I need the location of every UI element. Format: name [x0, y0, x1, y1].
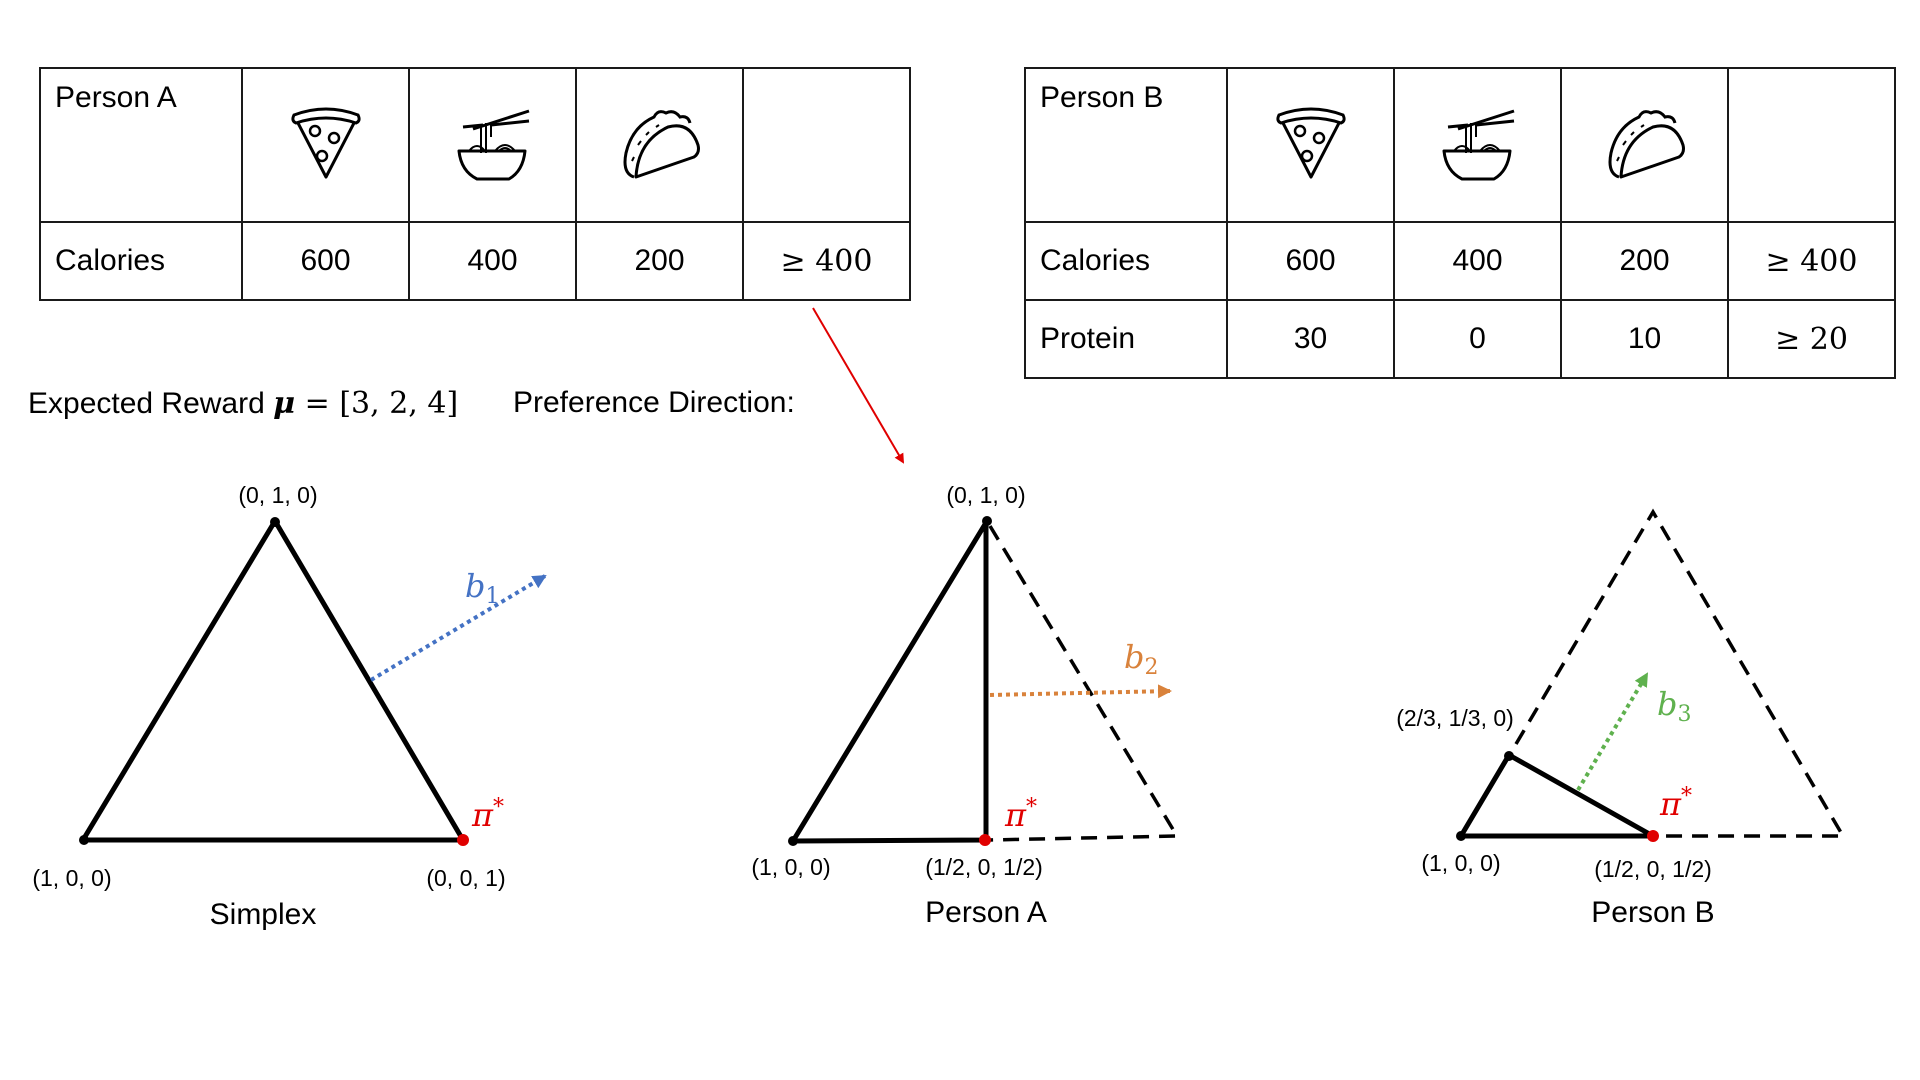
vertex-label-left: (1, 0, 0)	[32, 865, 111, 891]
panel-title: Person B	[1591, 896, 1714, 929]
simplex-dashed-outline	[988, 525, 1181, 842]
vertex-dot	[270, 517, 280, 527]
b3-direction-arrow	[1576, 672, 1649, 792]
vertex-label-left: (1, 0, 0)	[751, 854, 830, 880]
vertex-dot	[982, 516, 992, 526]
vertex-label-right: (1/2, 0, 1/2)	[925, 854, 1043, 880]
b1-label: b1	[465, 567, 499, 609]
vertex-label-upper: (2/3, 1/3, 0)	[1396, 705, 1514, 731]
person-b-panel: (2/3, 1/3, 0) (1, 0, 0) (1/2, 0, 1/2) Pe…	[1396, 508, 1847, 929]
vertex-label-top: (0, 1, 0)	[946, 482, 1025, 508]
vertex-label-top: (0, 1, 0)	[238, 482, 317, 508]
optimum-label: π*	[1004, 795, 1037, 834]
simplex-diagrams: (0, 1, 0) (1, 0, 0) (0, 0, 1) Simplex b1…	[32, 307, 1847, 931]
optimum-label: π*	[1659, 784, 1692, 823]
simplex-panel: (0, 1, 0) (1, 0, 0) (0, 0, 1) Simplex b1…	[32, 482, 547, 931]
vertex-label-left: (1, 0, 0)	[1421, 850, 1500, 876]
vertex-dot	[788, 836, 798, 846]
b1-direction-arrow	[369, 574, 547, 682]
panel-title: Simplex	[210, 898, 317, 931]
optimum-point	[457, 834, 469, 846]
vertex-label-right: (1/2, 0, 1/2)	[1594, 856, 1712, 882]
vertex-dot	[1456, 831, 1466, 841]
optimum-point	[1647, 830, 1659, 842]
vertex-dot	[1504, 751, 1514, 761]
person-a-panel: (0, 1, 0) (1, 0, 0) (1/2, 0, 1/2) Person…	[751, 482, 1181, 929]
pointer-arrow	[812, 307, 905, 464]
optimum-point	[979, 834, 991, 846]
vertex-label-right: (0, 0, 1)	[426, 865, 505, 891]
optimum-label: π*	[471, 795, 504, 834]
feasible-region-outline	[1458, 752, 1656, 839]
b2-direction-arrow	[989, 684, 1172, 699]
simplex-triangle	[80, 518, 466, 843]
vertex-dot	[79, 835, 89, 845]
feasible-region-outline	[790, 519, 990, 844]
panel-title: Person A	[925, 896, 1047, 929]
b2-label: b2	[1124, 638, 1158, 680]
b3-label: b3	[1657, 685, 1691, 727]
